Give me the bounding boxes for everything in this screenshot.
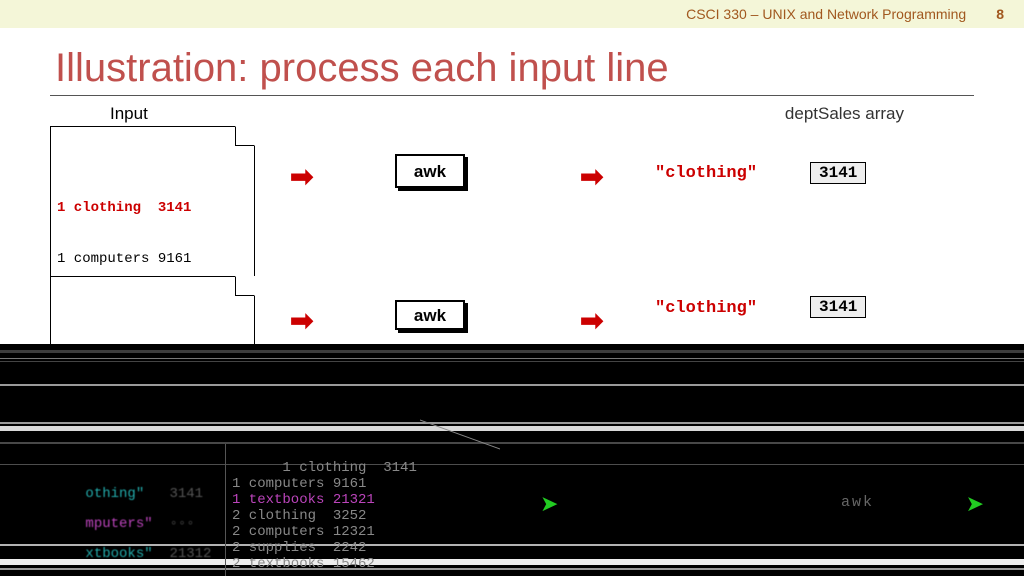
array-key: "clothing" — [655, 164, 757, 183]
arrow-icon: ➡ — [290, 304, 313, 337]
arrow-icon: ➡ — [580, 304, 603, 337]
arrow-icon: ➤ — [966, 492, 984, 518]
glitch-text: othing" 3141 mputers" ◦◦◦ xtbooks" 21312 — [35, 472, 211, 576]
page-number: 8 — [996, 6, 1004, 22]
awk-box: awk — [395, 300, 465, 330]
array-label: deptSales array — [785, 104, 904, 124]
arrow-icon: ➤ — [540, 492, 558, 518]
title-rule — [50, 95, 974, 96]
corrupted-region: othing" 3141 mputers" ◦◦◦ xtbooks" 21312… — [0, 344, 1024, 576]
slide-title: Illustration: process each input line — [55, 46, 1024, 91]
glitch-awk: awk — [841, 494, 874, 511]
glitch-filebox: 1 clothing 3141 1 computers 9161 1 textb… — [225, 444, 425, 576]
awk-box: awk — [395, 154, 465, 188]
file-line: 1 clothing 3141 — [57, 200, 248, 217]
array-value: 3141 — [810, 162, 866, 184]
arrow-icon: ➡ — [290, 160, 313, 193]
array-value: 3141 — [810, 296, 866, 318]
arrow-icon: ➡ — [580, 160, 603, 193]
slide-header: CSCI 330 – UNIX and Network Programming … — [0, 0, 1024, 28]
file-line: 1 computers 9161 — [57, 251, 248, 268]
course-label: CSCI 330 – UNIX and Network Programming — [686, 6, 966, 22]
array-key: "clothing" — [655, 299, 757, 318]
input-label: Input — [110, 104, 148, 124]
glitch-line — [420, 419, 500, 508]
